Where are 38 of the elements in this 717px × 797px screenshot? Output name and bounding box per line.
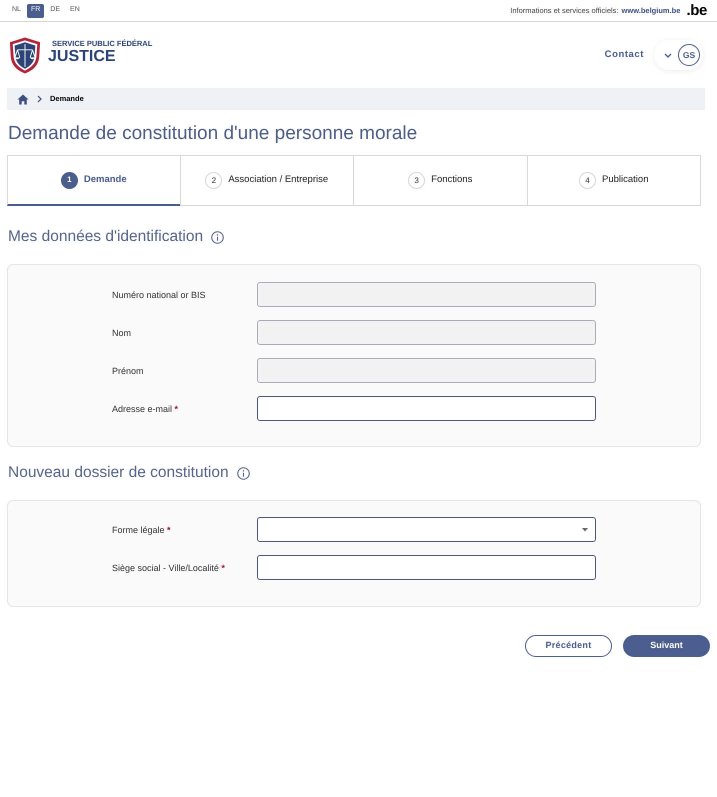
input-field[interactable] [257,396,596,421]
step-label: Association / Entreprise [228,173,328,188]
field-label: Prénom [112,364,145,376]
step-number: 3 [408,172,426,189]
previous-button[interactable]: Précédent [525,635,612,657]
info-icon [236,466,250,480]
section-title: Nouveau dossier de constitution [8,463,229,483]
logo-title: JUSTICE [48,48,117,65]
step-tab[interactable]: 1 Demande [7,155,180,206]
field-label: Nom [112,326,132,338]
be-logo[interactable]: .be [686,3,707,18]
step-label: Publication [602,173,648,188]
step-label: Fonctions [431,173,472,188]
user-avatar: GS [678,44,700,66]
step-tab[interactable]: 3 Fonctions [353,155,528,206]
step-number: 4 [579,172,596,189]
user-menu-button[interactable]: GS [654,40,703,70]
step-number: 2 [205,172,222,189]
field-label: Siège social - Ville/Localité * [112,562,226,574]
step-number: 1 [60,172,78,188]
contact-link[interactable]: Contact [604,48,644,62]
chevron-down-icon [664,52,672,58]
section-title: Mes données d'identification [8,227,204,247]
field-label: Forme légale * [112,524,172,536]
next-button[interactable]: Suivant [623,635,710,657]
field-label: Numéro national or BIS [112,288,207,300]
step-tab[interactable]: 2 Association / Entreprise [180,155,354,206]
home-icon[interactable] [17,94,29,104]
shield-logo-icon [8,36,42,74]
page-title: Demande de constitution d'une personne morale [8,122,418,146]
step-label: Demande [84,172,127,187]
select-field[interactable] [257,517,596,542]
chevron-right-icon [37,95,42,103]
caret-down-icon [582,528,588,532]
input-field[interactable] [257,555,596,580]
field-label: Adresse e-mail * [112,402,180,414]
step-tab[interactable]: 4 Publication [526,155,701,206]
info-icon [211,230,224,244]
